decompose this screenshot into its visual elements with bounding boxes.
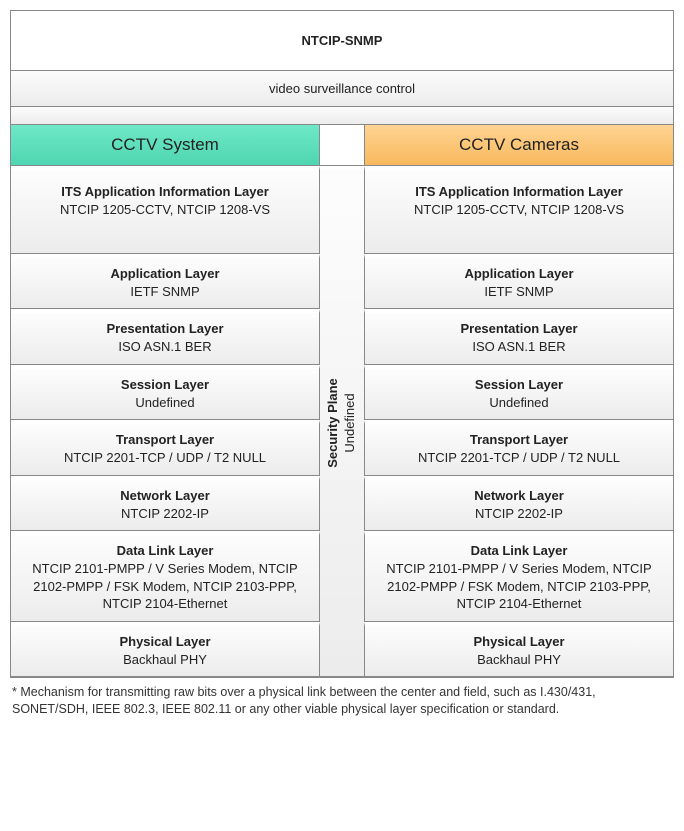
layer-title: Transport Layer <box>373 432 665 447</box>
layer-body: Undefined <box>373 394 665 412</box>
layer-cell-left: Physical Layer Backhaul PHY <box>11 622 320 678</box>
diagram-title: NTCIP-SNMP <box>11 11 673 71</box>
layer-cell-left: Application Layer IETF SNMP <box>11 254 320 310</box>
layer-body: NTCIP 2101-PMPP / V Series Modem, NTCIP … <box>373 560 665 613</box>
column-header-left: CCTV System <box>11 125 320 166</box>
layer-cell-right: Transport Layer NTCIP 2201-TCP / UDP / T2… <box>364 420 673 476</box>
layer-body: IETF SNMP <box>373 283 665 301</box>
column-header-middle <box>320 125 364 166</box>
layer-cell-left: Presentation Layer ISO ASN.1 BER <box>11 309 320 365</box>
security-plane: Security PlaneUndefined <box>320 166 364 677</box>
layer-title: Data Link Layer <box>373 543 665 558</box>
layer-title: Physical Layer <box>19 634 311 649</box>
protocol-stack-diagram: NTCIP-SNMP video surveillance control CC… <box>10 10 674 678</box>
layer-body: Undefined <box>19 394 311 412</box>
layer-body: NTCIP 2202-IP <box>373 505 665 523</box>
layer-body: NTCIP 1205-CCTV, NTCIP 1208-VS <box>19 201 311 219</box>
diagram-subtitle: video surveillance control <box>11 71 673 107</box>
layer-body: IETF SNMP <box>19 283 311 301</box>
layer-title: Session Layer <box>19 377 311 392</box>
layer-title: Session Layer <box>373 377 665 392</box>
layer-body: ISO ASN.1 BER <box>19 338 311 356</box>
security-plane-title: Security Plane <box>325 378 342 468</box>
layer-cell-left: Session Layer Undefined <box>11 365 320 421</box>
layer-body: Backhaul PHY <box>373 651 665 669</box>
column-header-right: CCTV Cameras <box>364 125 673 166</box>
layer-title: Data Link Layer <box>19 543 311 558</box>
layer-cell-right: ITS Application Information Layer NTCIP 1… <box>364 166 673 254</box>
layer-title: ITS Application Information Layer <box>373 184 665 199</box>
layer-body: NTCIP 1205-CCTV, NTCIP 1208-VS <box>373 201 665 219</box>
layer-body: Backhaul PHY <box>19 651 311 669</box>
layer-title: Transport Layer <box>19 432 311 447</box>
layer-cell-right: Application Layer IETF SNMP <box>364 254 673 310</box>
layer-cell-right: Data Link Layer NTCIP 2101-PMPP / V Serie… <box>364 531 673 622</box>
layer-body: NTCIP 2201-TCP / UDP / T2 NULL <box>373 449 665 467</box>
layer-cell-right: Physical Layer Backhaul PHY <box>364 622 673 678</box>
layer-body: NTCIP 2202-IP <box>19 505 311 523</box>
layer-title: Presentation Layer <box>19 321 311 336</box>
layer-title: Network Layer <box>373 488 665 503</box>
layer-cell-left: ITS Application Information Layer NTCIP 1… <box>11 166 320 254</box>
stack-grid: CCTV System CCTV Cameras ITS Application… <box>11 125 673 677</box>
layer-cell-left: Data Link Layer NTCIP 2101-PMPP / V Serie… <box>11 531 320 622</box>
footnote: * Mechanism for transmitting raw bits ov… <box>10 678 674 720</box>
layer-cell-right: Session Layer Undefined <box>364 365 673 421</box>
layer-body: ISO ASN.1 BER <box>373 338 665 356</box>
layer-title: Application Layer <box>19 266 311 281</box>
layer-cell-left: Network Layer NTCIP 2202-IP <box>11 476 320 532</box>
spacer-row <box>11 107 673 125</box>
layer-title: ITS Application Information Layer <box>19 184 311 199</box>
layer-title: Presentation Layer <box>373 321 665 336</box>
layer-body: NTCIP 2201-TCP / UDP / T2 NULL <box>19 449 311 467</box>
layer-title: Network Layer <box>19 488 311 503</box>
layer-body: NTCIP 2101-PMPP / V Series Modem, NTCIP … <box>19 560 311 613</box>
layer-cell-right: Presentation Layer ISO ASN.1 BER <box>364 309 673 365</box>
layer-cell-left: Transport Layer NTCIP 2201-TCP / UDP / T2… <box>11 420 320 476</box>
security-plane-body: Undefined <box>342 378 359 468</box>
layer-cell-right: Network Layer NTCIP 2202-IP <box>364 476 673 532</box>
layer-title: Physical Layer <box>373 634 665 649</box>
layer-title: Application Layer <box>373 266 665 281</box>
